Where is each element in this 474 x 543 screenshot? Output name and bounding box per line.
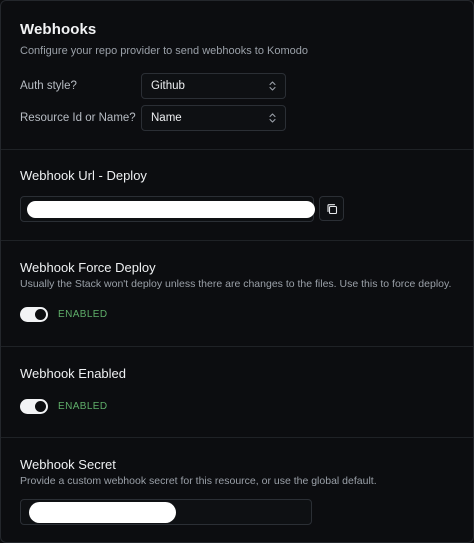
webhook-secret-description: Provide a custom webhook secret for this… [20,475,377,487]
resource-id-row: Resource Id or Name? [20,105,140,131]
chevron-up-down-icon [269,113,276,123]
chevron-up-down-icon [269,81,276,91]
redacted-secret [29,502,176,523]
webhook-enabled-toggle-row: ENABLED [20,399,108,414]
webhook-secret-input[interactable] [20,499,312,525]
webhooks-panel: Webhooks Configure your repo provider to… [0,0,474,543]
auth-style-select[interactable]: Github [141,73,286,99]
webhook-secret-title: Webhook Secret [20,457,116,472]
copy-url-button[interactable] [319,196,344,221]
force-deploy-title: Webhook Force Deploy [20,260,156,275]
force-deploy-description: Usually the Stack won't deploy unless th… [20,278,452,290]
resource-id-label: Resource Id or Name? [20,112,136,124]
force-deploy-state: ENABLED [58,309,108,320]
auth-style-value: Github [151,80,185,92]
divider [1,149,473,150]
page-title: Webhooks [20,21,97,38]
auth-style-label: Auth style? [20,80,77,92]
divider [1,240,473,241]
switch-knob [35,309,46,320]
copy-icon [326,203,337,214]
webhook-url-field[interactable] [20,196,315,222]
auth-style-row: Auth style? [20,73,140,99]
force-deploy-toggle-row: ENABLED [20,307,108,322]
webhook-enabled-title: Webhook Enabled [20,366,127,381]
redacted-url [27,201,315,218]
resource-id-select[interactable]: Name [141,105,286,131]
divider [1,346,473,347]
resource-id-value: Name [151,112,182,124]
force-deploy-switch[interactable] [20,307,48,322]
divider [1,437,473,438]
switch-knob [35,401,46,412]
webhook-url-title: Webhook Url - Deploy [20,168,147,183]
webhook-enabled-switch[interactable] [20,399,48,414]
webhooks-header: Webhooks Configure your repo provider to… [20,21,308,57]
page-subtitle: Configure your repo provider to send web… [20,45,309,57]
webhook-enabled-state: ENABLED [58,401,108,412]
